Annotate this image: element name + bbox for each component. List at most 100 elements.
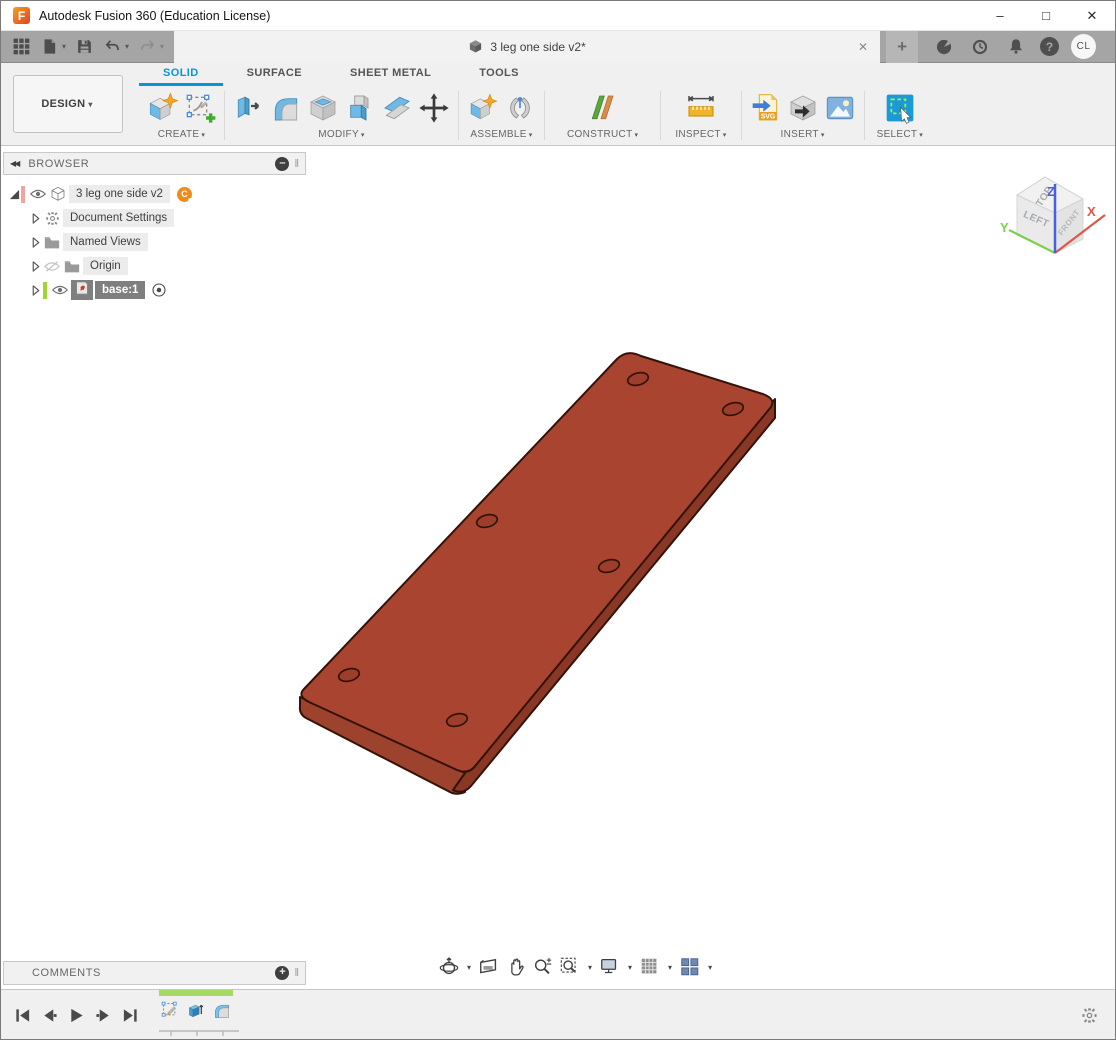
minimize-button[interactable]: –: [977, 1, 1023, 31]
root-expand-icon[interactable]: [7, 189, 21, 200]
job-status-clock-icon[interactable]: [968, 35, 992, 59]
help-icon[interactable]: ?: [1040, 37, 1059, 56]
viewport-canvas[interactable]: TOP LEFT FRONT Y X Z ◀◀ BROWSER – ‖: [1, 146, 1115, 989]
viewports-caret-icon[interactable]: ▾: [708, 963, 712, 972]
group-insert-label[interactable]: INSERT▾: [781, 129, 825, 145]
root-label[interactable]: 3 leg one side v2: [69, 185, 170, 203]
workspace-design-button[interactable]: DESIGN ▾: [13, 75, 123, 133]
viewports-icon[interactable]: [679, 956, 701, 978]
tree-row-root[interactable]: 3 leg one side v2 C: [3, 182, 306, 206]
go-to-end-icon[interactable]: [121, 1007, 139, 1025]
add-comment-icon[interactable]: +: [275, 966, 289, 980]
activate-component-radio-icon[interactable]: [150, 282, 168, 298]
create-sketch-icon[interactable]: [184, 91, 216, 125]
tree-row-origin[interactable]: Origin: [3, 254, 306, 278]
user-avatar[interactable]: CL: [1071, 34, 1096, 59]
named-views-expand-icon[interactable]: [29, 237, 43, 248]
display-settings-icon[interactable]: [599, 956, 621, 978]
zoom-icon[interactable]: [532, 956, 554, 978]
comments-bar[interactable]: COMMENTS + ‖: [3, 961, 306, 985]
measure-icon[interactable]: [685, 91, 717, 125]
group-create-label[interactable]: CREATE▾: [158, 129, 205, 145]
insert-mesh-icon[interactable]: [787, 91, 819, 125]
model-base-plate[interactable]: [300, 353, 775, 794]
pan-hand-icon[interactable]: [505, 956, 527, 978]
group-construct-label[interactable]: CONSTRUCT▾: [567, 129, 638, 145]
timeline-settings-gear-icon[interactable]: [1079, 1006, 1099, 1026]
orbit-caret-icon[interactable]: ▾: [467, 963, 471, 972]
construct-plane-icon[interactable]: [587, 91, 619, 125]
base-visibility-eye-icon[interactable]: [51, 284, 69, 296]
base-expand-icon[interactable]: [29, 285, 43, 296]
group-select-label[interactable]: SELECT▾: [877, 129, 924, 145]
browser-collapse-icon[interactable]: ◀◀: [10, 159, 18, 168]
move-icon[interactable]: [418, 91, 450, 125]
group-inspect-label[interactable]: INSPECT▾: [675, 129, 726, 145]
group-assemble-label[interactable]: ASSEMBLE▾: [470, 129, 532, 145]
origin-label[interactable]: Origin: [83, 257, 128, 275]
timeline-sketch-feature-icon[interactable]: [159, 998, 182, 1022]
press-pull-icon[interactable]: [233, 91, 265, 125]
document-tab[interactable]: 3 leg one side v2* ✕: [174, 31, 880, 63]
document-settings-expand-icon[interactable]: [29, 213, 43, 224]
save-icon[interactable]: [72, 35, 96, 59]
new-tab-button[interactable]: +: [886, 31, 918, 63]
look-at-icon[interactable]: [478, 956, 500, 978]
group-modify-label[interactable]: MODIFY▾: [318, 129, 365, 145]
browser-grip-handle[interactable]: ‖: [294, 158, 299, 170]
tree-row-named-views[interactable]: Named Views: [3, 230, 306, 254]
tab-solid[interactable]: SOLID: [139, 63, 223, 86]
notifications-bell-icon[interactable]: [1004, 35, 1028, 59]
extensions-icon[interactable]: [932, 35, 956, 59]
base-component-label[interactable]: base:1: [95, 281, 145, 299]
tab-surface[interactable]: SURFACE: [223, 63, 326, 86]
view-cube[interactable]: TOP LEFT FRONT Y X Z: [1000, 177, 1105, 253]
play-icon[interactable]: [67, 1007, 85, 1025]
fillet-icon[interactable]: [270, 91, 302, 125]
undo-caret-icon[interactable]: ▾: [125, 42, 129, 51]
browser-minimize-icon[interactable]: –: [275, 157, 289, 171]
tab-sheet-metal[interactable]: SHEET METAL: [326, 63, 455, 86]
document-settings-label[interactable]: Document Settings: [63, 209, 174, 227]
canvas-icon[interactable]: [824, 91, 856, 125]
joint-icon[interactable]: [504, 91, 536, 125]
combine-icon[interactable]: [344, 91, 376, 125]
tab-tools[interactable]: TOOLS: [455, 63, 543, 86]
display-caret-icon[interactable]: ▾: [628, 963, 632, 972]
timeline-fillet-feature-icon[interactable]: [211, 998, 234, 1022]
shell-icon[interactable]: [307, 91, 339, 125]
offset-face-icon[interactable]: [381, 91, 413, 125]
step-back-icon[interactable]: [40, 1007, 58, 1025]
step-forward-icon[interactable]: [94, 1007, 112, 1025]
zoom-fit-caret-icon[interactable]: ▾: [588, 963, 592, 972]
origin-hidden-eye-icon[interactable]: [43, 260, 61, 273]
tree-row-document-settings[interactable]: Document Settings: [3, 206, 306, 230]
root-visibility-eye-icon[interactable]: [29, 188, 47, 200]
timeline-ruler[interactable]: [159, 1023, 239, 1040]
data-panel-grid-icon[interactable]: [9, 35, 33, 59]
select-icon[interactable]: [884, 91, 916, 125]
close-button[interactable]: ✕: [1069, 1, 1115, 31]
timeline-extrude-feature-icon[interactable]: [185, 998, 208, 1022]
origin-expand-icon[interactable]: [29, 261, 43, 272]
zoom-fit-icon[interactable]: [559, 956, 581, 978]
new-body-icon[interactable]: [147, 91, 179, 125]
sync-status-badge[interactable]: C: [177, 187, 192, 202]
undo-icon[interactable]: [100, 35, 124, 59]
redo-icon[interactable]: [135, 35, 159, 59]
maximize-button[interactable]: □: [1023, 1, 1069, 31]
named-views-label[interactable]: Named Views: [63, 233, 148, 251]
grid-icon[interactable]: [639, 956, 661, 978]
file-menu-caret-icon[interactable]: ▾: [62, 42, 66, 51]
orbit-icon[interactable]: [438, 956, 460, 978]
insert-svg-icon[interactable]: SVG: [750, 91, 782, 125]
redo-caret-icon[interactable]: ▾: [160, 42, 164, 51]
document-tab-close-icon[interactable]: ✕: [858, 40, 868, 54]
browser-header[interactable]: ◀◀ BROWSER – ‖: [3, 152, 306, 175]
comments-grip-handle[interactable]: ‖: [294, 967, 299, 979]
grid-caret-icon[interactable]: ▾: [668, 963, 672, 972]
tree-row-base-component[interactable]: base:1: [3, 278, 306, 302]
file-menu-icon[interactable]: [37, 35, 61, 59]
new-component-icon[interactable]: [467, 91, 499, 125]
timeline-marker-bar[interactable]: [159, 990, 233, 996]
